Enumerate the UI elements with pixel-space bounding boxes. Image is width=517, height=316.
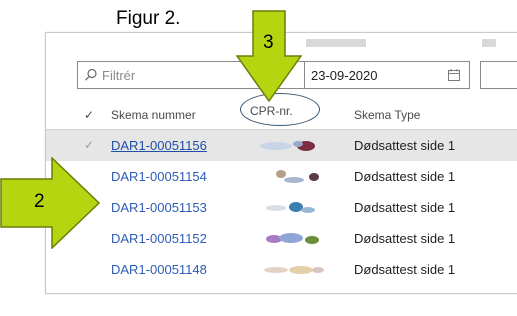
table-row[interactable]: DAR1-00051153 Dødsattest side 1 xyxy=(46,192,517,223)
column-header-cpr[interactable]: CPR-nr. xyxy=(250,104,293,118)
column-header-skema-type[interactable]: Skema Type xyxy=(354,108,420,122)
table-row[interactable]: ✓ DAR1-00051156 Dødsattest side 1 xyxy=(46,130,517,161)
field-label-stub xyxy=(482,39,496,47)
row-skema-link[interactable]: DAR1-00051153 xyxy=(111,200,207,215)
row-skema-type: Dødsattest side 1 xyxy=(354,200,456,215)
cpr-redacted xyxy=(246,292,356,294)
table-row[interactable]: DAR1-00051141 Dødsattest side 1 xyxy=(46,285,517,294)
select-all-check[interactable]: ✓ xyxy=(84,108,94,122)
secondary-field[interactable] xyxy=(480,61,517,89)
row-skema-link[interactable]: DAR1-00051141 xyxy=(111,293,207,294)
date-value: 23-09-2020 xyxy=(311,68,378,83)
row-skema-type: Dødsattest side 1 xyxy=(354,231,456,246)
field-label-stub xyxy=(306,39,366,47)
date-field[interactable]: 23-09-2020 xyxy=(304,61,470,89)
row-skema-type: Dødsattest side 1 xyxy=(354,138,456,153)
row-skema-link[interactable]: DAR1-00051152 xyxy=(111,231,207,246)
row-check[interactable]: ✓ xyxy=(84,138,94,152)
table-row[interactable]: DAR1-00051148 Dødsattest side 1 xyxy=(46,254,517,285)
cpr-redacted xyxy=(264,266,324,274)
arrow-down-shape xyxy=(235,10,303,103)
arrow-right-shape xyxy=(0,156,101,250)
search-icon xyxy=(85,68,97,81)
row-skema-type: Dødsattest side 1 xyxy=(354,169,456,184)
cpr-redacted xyxy=(266,233,319,244)
arrow-down-label: 3 xyxy=(263,32,274,53)
filter-placeholder: Filtrér xyxy=(102,68,136,83)
row-skema-link[interactable]: DAR1-00051156 xyxy=(111,138,207,153)
cpr-redacted xyxy=(266,202,315,213)
arrow-right-label: 2 xyxy=(34,191,45,212)
row-skema-type: Dødsattest side 1 xyxy=(354,262,456,277)
row-skema-type: Dødsattest side 1 xyxy=(354,293,455,294)
annotation-arrow-right: 2 xyxy=(0,156,101,250)
column-header-skema-nummer[interactable]: Skema nummer xyxy=(111,108,196,122)
calendar-icon[interactable] xyxy=(447,68,461,82)
cpr-redacted xyxy=(260,141,315,151)
table-row[interactable]: DAR1-00051152 Dødsattest side 1 xyxy=(46,223,517,254)
row-skema-link[interactable]: DAR1-00051148 xyxy=(111,262,207,277)
row-skema-link[interactable]: DAR1-00051154 xyxy=(111,169,207,184)
cpr-redacted xyxy=(276,170,319,183)
table-row[interactable]: DAR1-00051154 Dødsattest side 1 xyxy=(46,161,517,192)
annotation-arrow-down: 3 xyxy=(235,10,303,103)
figure-caption: Figur 2. xyxy=(116,8,181,29)
